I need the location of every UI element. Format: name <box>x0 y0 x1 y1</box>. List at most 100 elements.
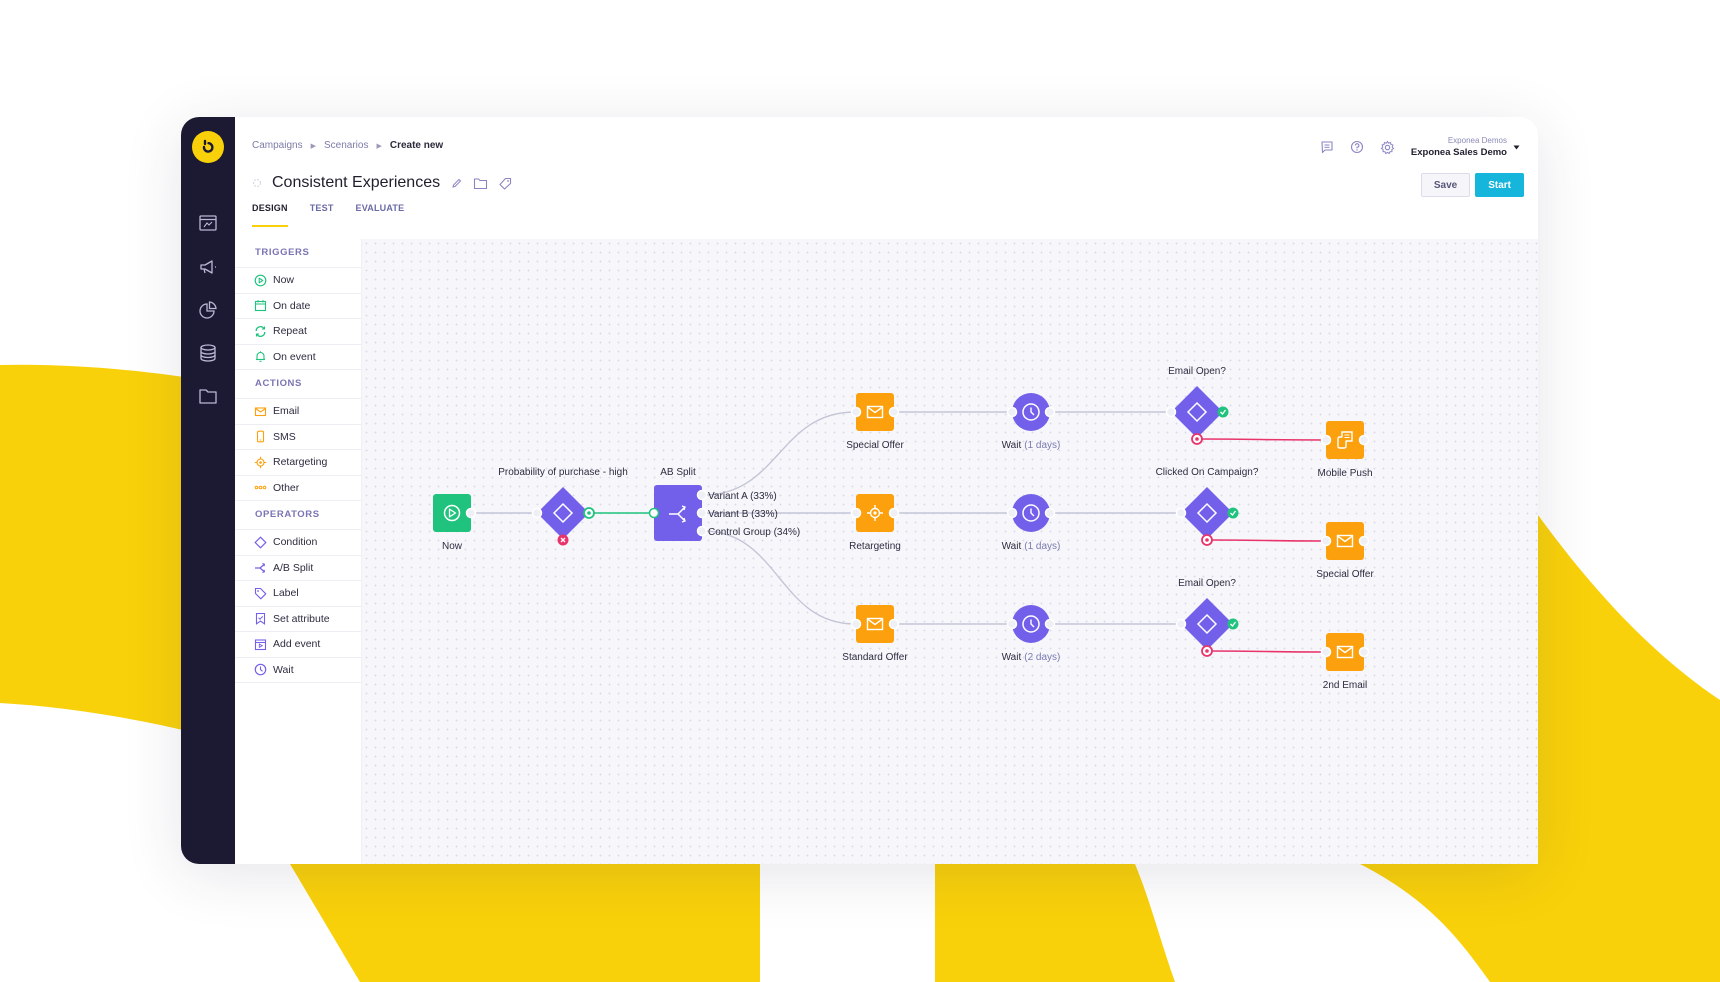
connector-port[interactable] <box>1320 646 1332 658</box>
palette-item-ab-split[interactable]: A/B Split <box>235 556 361 581</box>
palette-item-sms[interactable]: SMS <box>235 425 361 450</box>
connector-port[interactable] <box>1320 535 1332 547</box>
start-button[interactable]: Start <box>1475 173 1524 197</box>
breadcrumb-separator-icon: ▶ <box>310 142 316 150</box>
breadcrumb-separator-icon: ▶ <box>376 142 382 150</box>
pie-chart-icon[interactable] <box>197 299 219 321</box>
palette-item-retargeting[interactable]: Retargeting <box>235 450 361 476</box>
connector-port[interactable] <box>1320 434 1332 446</box>
connector-port[interactable] <box>850 507 862 519</box>
section-triggers-title: TRIGGERS <box>235 239 361 268</box>
help-icon[interactable] <box>1350 140 1364 154</box>
connector-port[interactable] <box>531 507 543 519</box>
connector-port[interactable] <box>1165 406 1177 418</box>
node-label: Probability of purchase - high <box>498 467 628 478</box>
palette-item-on-date[interactable]: On date <box>235 294 361 319</box>
palette-item-label-op[interactable]: Label <box>235 581 361 607</box>
caret-down-icon[interactable] <box>1513 145 1520 150</box>
node-label-detail: (2 days) <box>1024 652 1060 663</box>
node-label-text: Email Open? <box>1178 578 1236 589</box>
node-label-text: 2nd Email <box>1323 680 1367 691</box>
node-label-detail: (1 days) <box>1024 541 1060 552</box>
connector-port[interactable] <box>1006 507 1018 519</box>
diamond-icon <box>254 536 267 549</box>
connector-port[interactable] <box>888 406 900 418</box>
palette-item-wait[interactable]: Wait <box>235 658 361 683</box>
connector-port[interactable] <box>850 618 862 630</box>
flow-node-retarget[interactable]: Retargeting <box>849 494 901 552</box>
palette-item-label: SMS <box>273 430 296 443</box>
palette-item-repeat[interactable]: Repeat <box>235 319 361 345</box>
connector-port[interactable] <box>1175 618 1187 630</box>
dashboard-icon[interactable] <box>197 212 219 234</box>
palette-item-label: Now <box>273 274 295 287</box>
clock-icon <box>254 663 267 676</box>
node-label: Standard Offer <box>842 652 908 663</box>
node-label: Special Offer <box>846 440 904 451</box>
node-label-text: Clicked On Campaign? <box>1156 467 1259 478</box>
connector-port[interactable] <box>888 618 900 630</box>
connector-port[interactable] <box>1358 535 1370 547</box>
connector-port[interactable] <box>465 507 477 519</box>
node-label: Wait (1 days) <box>1002 440 1061 451</box>
variant-label: Variant B (33%) <box>708 509 778 520</box>
tag-icon[interactable] <box>498 177 512 190</box>
target-icon <box>254 456 267 468</box>
connector-port[interactable] <box>1044 507 1056 519</box>
settings-gear-icon[interactable] <box>1380 140 1395 155</box>
palette-item-condition[interactable]: Condition <box>235 530 361 556</box>
palette-item-now[interactable]: Now <box>235 268 361 294</box>
node-label-text: Wait <box>1002 541 1022 552</box>
palette-item-add-event[interactable]: Add event <box>235 632 361 658</box>
chat-icon[interactable] <box>1320 140 1334 154</box>
calendar-icon <box>254 300 267 312</box>
megaphone-icon[interactable] <box>197 256 219 278</box>
palette-item-label: A/B Split <box>273 561 314 574</box>
palette-item-other[interactable]: Other <box>235 476 361 501</box>
breadcrumb-campaigns[interactable]: Campaigns <box>252 140 303 151</box>
connector-port[interactable] <box>888 507 900 519</box>
connector-port[interactable] <box>1358 646 1370 658</box>
connector-port[interactable] <box>1175 507 1187 519</box>
connector-port[interactable] <box>696 525 708 537</box>
save-button[interactable]: Save <box>1420 173 1471 197</box>
tab-evaluate[interactable]: EVALUATE <box>356 197 405 221</box>
node-label: Clicked On Campaign? <box>1156 467 1259 478</box>
palette-item-label: Label <box>273 587 299 600</box>
connector-port[interactable] <box>1006 618 1018 630</box>
flow-node-email2[interactable]: 2nd Email <box>1320 633 1370 691</box>
flow-node-push[interactable]: Mobile Push <box>1317 421 1373 479</box>
connector-port[interactable] <box>648 507 660 519</box>
section-actions-title: ACTIONS <box>235 370 361 399</box>
palette-item-email[interactable]: Email <box>235 399 361 425</box>
palette-item-label: Retargeting <box>273 456 328 469</box>
bell-icon <box>256 351 265 363</box>
connector-port[interactable] <box>1044 406 1056 418</box>
connector-port[interactable] <box>696 507 708 519</box>
tab-test[interactable]: TEST <box>310 197 334 221</box>
database-icon[interactable] <box>197 342 219 364</box>
logo-icon <box>202 139 214 153</box>
yellow-stripe-2 <box>935 864 1175 982</box>
account-switcher[interactable]: Exponea Demos Exponea Sales Demo <box>1411 135 1507 159</box>
connector-port[interactable] <box>1358 434 1370 446</box>
node-label: 2nd Email <box>1323 680 1367 691</box>
app-window: Campaigns ▶ Scenarios ▶ Create new Consi… <box>181 117 1538 864</box>
node-label: Special Offer <box>1316 569 1374 580</box>
folder-icon[interactable] <box>473 177 488 190</box>
node-label: Email Open? <box>1168 366 1226 377</box>
connector-port[interactable] <box>696 489 708 501</box>
brand-logo[interactable] <box>192 131 224 163</box>
breadcrumb-scenarios[interactable]: Scenarios <box>324 140 368 151</box>
edit-pencil-icon[interactable] <box>450 177 463 190</box>
connector-port[interactable] <box>850 406 862 418</box>
connector-port[interactable] <box>1006 406 1018 418</box>
palette-item-label: Set attribute <box>273 612 330 625</box>
palette-item-on-event[interactable]: On event <box>235 345 361 370</box>
node-label-text: Probability of purchase - high <box>498 467 628 478</box>
account-name: Exponea Sales Demo <box>1410 147 1507 158</box>
tab-design[interactable]: DESIGN <box>252 197 288 227</box>
folder-icon[interactable] <box>197 385 219 407</box>
palette-item-set-attribute[interactable]: Set attribute <box>235 607 361 632</box>
connector-port[interactable] <box>1044 618 1056 630</box>
